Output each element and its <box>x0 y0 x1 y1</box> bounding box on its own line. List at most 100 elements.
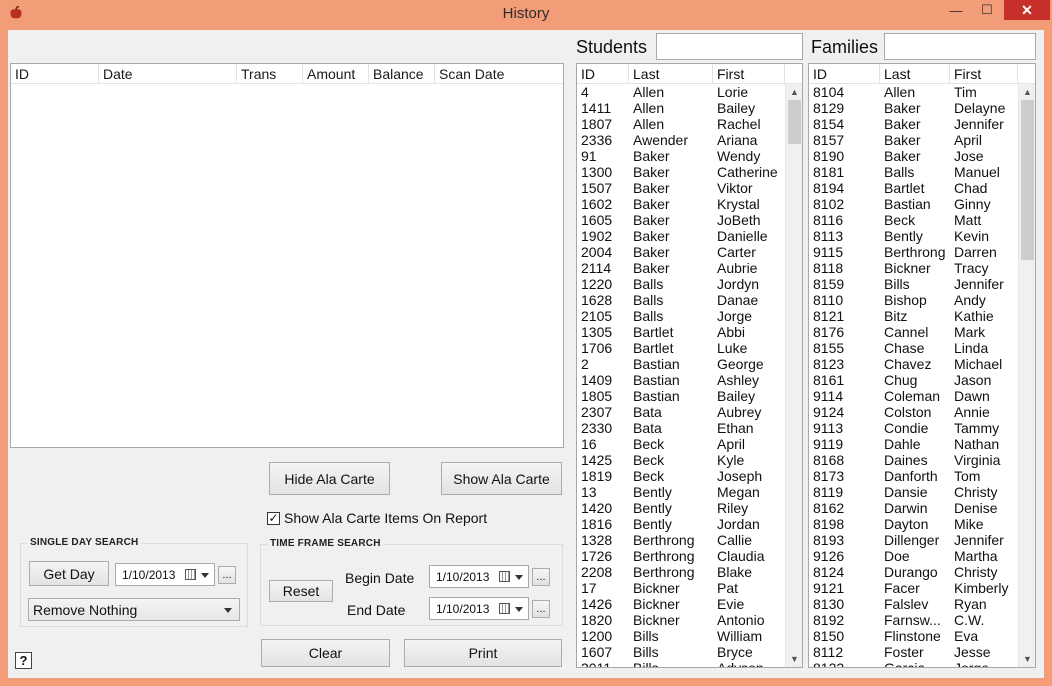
students-list[interactable]: ID Last First 4 Allen Lorie 1411 Allen Bailey… <box>576 63 803 668</box>
list-item[interactable]: 8129 Baker Delayne <box>809 100 1018 116</box>
list-item[interactable]: 9119 Dahle Nathan <box>809 436 1018 452</box>
list-item[interactable]: 8181 Balls Manuel <box>809 164 1018 180</box>
list-item[interactable]: 8123 Chavez Michael <box>809 356 1018 372</box>
students-column-last[interactable]: Last <box>629 64 713 83</box>
column-header-trans[interactable]: Trans <box>237 64 303 83</box>
list-item[interactable]: 1409 Bastian Ashley <box>577 372 785 388</box>
clear-button[interactable]: Clear <box>261 639 390 667</box>
list-item[interactable]: 1819 Beck Joseph <box>577 468 785 484</box>
list-item[interactable]: 8150 Flinstone Eva <box>809 628 1018 644</box>
list-item[interactable]: 1420 Bently Riley <box>577 500 785 516</box>
list-item[interactable]: 1220 Balls Jordyn <box>577 276 785 292</box>
list-item[interactable]: 8159 Bills Jennifer <box>809 276 1018 292</box>
end-date-browse-button[interactable]: ... <box>532 600 550 618</box>
remove-option-select[interactable]: Remove Nothing <box>28 598 240 621</box>
list-item[interactable]: 1605 Baker JoBeth <box>577 212 785 228</box>
list-item[interactable]: 8130 Falslev Ryan <box>809 596 1018 612</box>
show-ala-carte-items-option[interactable]: ✓ Show Ala Carte Items On Report <box>267 510 487 526</box>
list-item[interactable]: 9115 Berthrong Darren <box>809 244 1018 260</box>
families-column-first[interactable]: First <box>950 64 1018 83</box>
families-column-id[interactable]: ID <box>809 64 880 83</box>
show-ala-carte-items-checkbox[interactable]: ✓ <box>267 511 280 525</box>
end-date-picker[interactable]: 1/10/2013 <box>429 597 529 620</box>
list-item[interactable]: 17 Bickner Pat <box>577 580 785 596</box>
list-item[interactable]: 8121 Bitz Kathie <box>809 308 1018 324</box>
list-item[interactable]: 1726 Berthrong Claudia <box>577 548 785 564</box>
hide-ala-carte-button[interactable]: Hide Ala Carte <box>269 462 390 495</box>
column-header-scan-date[interactable]: Scan Date <box>435 64 563 83</box>
list-item[interactable]: 1200 Bills William <box>577 628 785 644</box>
list-item[interactable]: 8122 Garcia Jorge <box>809 660 1018 667</box>
families-scroll-thumb[interactable] <box>1021 100 1034 260</box>
list-item[interactable]: 1300 Baker Catherine <box>577 164 785 180</box>
families-list[interactable]: ID Last First 8104 Allen Tim 8129 Baker Delay… <box>808 63 1036 668</box>
list-item[interactable]: 2 Bastian George <box>577 356 785 372</box>
list-item[interactable]: 8168 Daines Virginia <box>809 452 1018 468</box>
list-item[interactable]: 1425 Beck Kyle <box>577 452 785 468</box>
families-scrollbar[interactable]: ▲ ▼ <box>1018 84 1035 667</box>
students-scrollbar[interactable]: ▲ ▼ <box>785 84 802 667</box>
get-day-button[interactable]: Get Day <box>29 561 109 586</box>
list-item[interactable]: 8173 Danforth Tom <box>809 468 1018 484</box>
list-item[interactable]: 1328 Berthrong Callie <box>577 532 785 548</box>
list-item[interactable]: 8161 Chug Jason <box>809 372 1018 388</box>
list-item[interactable]: 8192 Farnsw... C.W. <box>809 612 1018 628</box>
list-item[interactable]: 8198 Dayton Mike <box>809 516 1018 532</box>
history-list[interactable]: ID Date Trans Amount Balance Scan Date <box>10 63 564 448</box>
list-item[interactable]: 2307 Bata Aubrey <box>577 404 785 420</box>
list-item[interactable]: 1706 Bartlet Luke <box>577 340 785 356</box>
scroll-up-icon[interactable]: ▲ <box>1019 84 1035 100</box>
list-item[interactable]: 8116 Beck Matt <box>809 212 1018 228</box>
begin-date-picker[interactable]: 1/10/2013 <box>429 565 529 588</box>
list-item[interactable]: 9121 Facer Kimberly <box>809 580 1018 596</box>
scroll-down-icon[interactable]: ▼ <box>786 651 802 667</box>
reset-button[interactable]: Reset <box>269 580 333 602</box>
column-header-amount[interactable]: Amount <box>303 64 369 83</box>
list-item[interactable]: 2011 Bills Adyson <box>577 660 785 667</box>
list-item[interactable]: 8190 Baker Jose <box>809 148 1018 164</box>
list-item[interactable]: 16 Beck April <box>577 436 785 452</box>
close-button[interactable]: ✕ <box>1004 0 1050 20</box>
list-item[interactable]: 1607 Bills Bryce <box>577 644 785 660</box>
list-item[interactable]: 1305 Bartlet Abbi <box>577 324 785 340</box>
list-item[interactable]: 9124 Colston Annie <box>809 404 1018 420</box>
list-item[interactable]: 1426 Bickner Evie <box>577 596 785 612</box>
list-item[interactable]: 2114 Baker Aubrie <box>577 260 785 276</box>
column-header-balance[interactable]: Balance <box>369 64 435 83</box>
list-item[interactable]: 2105 Balls Jorge <box>577 308 785 324</box>
list-item[interactable]: 8110 Bishop Andy <box>809 292 1018 308</box>
list-item[interactable]: 8118 Bickner Tracy <box>809 260 1018 276</box>
students-search-input[interactable] <box>656 33 803 60</box>
list-item[interactable]: 8112 Foster Jesse <box>809 644 1018 660</box>
students-scroll-thumb[interactable] <box>788 100 801 144</box>
list-item[interactable]: 4 Allen Lorie <box>577 84 785 100</box>
list-item[interactable]: 8119 Dansie Christy <box>809 484 1018 500</box>
families-column-last[interactable]: Last <box>880 64 950 83</box>
list-item[interactable]: 9126 Doe Martha <box>809 548 1018 564</box>
list-item[interactable]: 8157 Baker April <box>809 132 1018 148</box>
list-item[interactable]: 2004 Baker Carter <box>577 244 785 260</box>
list-item[interactable]: 13 Bently Megan <box>577 484 785 500</box>
list-item[interactable]: 1807 Allen Rachel <box>577 116 785 132</box>
students-column-first[interactable]: First <box>713 64 785 83</box>
minimize-button[interactable]: — <box>942 0 970 20</box>
list-item[interactable]: 1628 Balls Danae <box>577 292 785 308</box>
list-item[interactable]: 91 Baker Wendy <box>577 148 785 164</box>
list-item[interactable]: 2208 Berthrong Blake <box>577 564 785 580</box>
students-column-id[interactable]: ID <box>577 64 629 83</box>
begin-date-browse-button[interactable]: ... <box>532 568 550 586</box>
list-item[interactable]: 8154 Baker Jennifer <box>809 116 1018 132</box>
list-item[interactable]: 8194 Bartlet Chad <box>809 180 1018 196</box>
list-item[interactable]: 8113 Bently Kevin <box>809 228 1018 244</box>
list-item[interactable]: 1902 Baker Danielle <box>577 228 785 244</box>
list-item[interactable]: 1816 Bently Jordan <box>577 516 785 532</box>
list-item[interactable]: 1411 Allen Bailey <box>577 100 785 116</box>
list-item[interactable]: 8155 Chase Linda <box>809 340 1018 356</box>
column-header-date[interactable]: Date <box>99 64 237 83</box>
list-item[interactable]: 8193 Dillenger Jennifer <box>809 532 1018 548</box>
list-item[interactable]: 8124 Durango Christy <box>809 564 1018 580</box>
list-item[interactable]: 1820 Bickner Antonio <box>577 612 785 628</box>
single-day-date-picker[interactable]: 1/10/2013 <box>115 563 215 586</box>
column-header-id[interactable]: ID <box>11 64 99 83</box>
show-ala-carte-button[interactable]: Show Ala Carte <box>441 462 562 495</box>
